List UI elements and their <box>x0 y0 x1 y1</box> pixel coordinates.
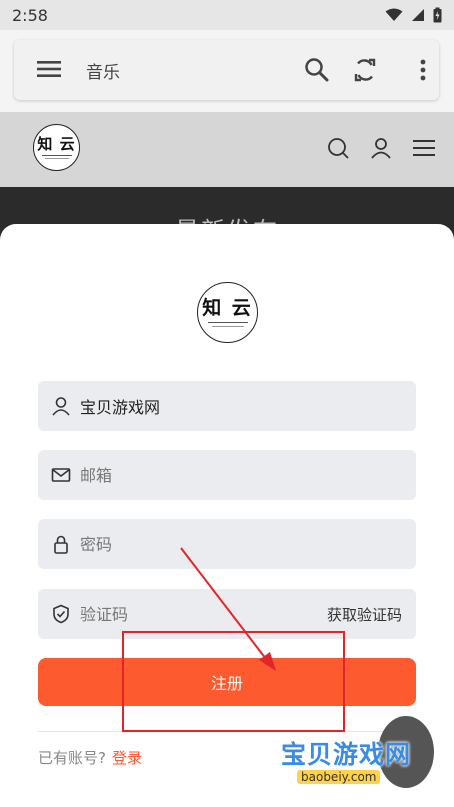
search-icon[interactable] <box>304 57 330 83</box>
password-field[interactable] <box>38 519 416 569</box>
get-code-button[interactable]: 获取验证码 <box>327 604 402 625</box>
site-menu-icon[interactable] <box>412 137 436 159</box>
signal-icon <box>412 9 424 21</box>
username-input[interactable] <box>80 381 330 431</box>
hamburger-menu-icon[interactable] <box>36 58 62 80</box>
login-prompt: 已有账号? 登录 <box>38 747 142 768</box>
status-time: 2:58 <box>12 5 48 25</box>
annotation-highlight-box <box>122 631 345 732</box>
more-options-icon[interactable] <box>419 58 427 82</box>
browser-toolbar: 音乐 <box>14 40 439 100</box>
lock-icon <box>54 535 68 554</box>
refresh-icon[interactable] <box>352 57 378 83</box>
user-icon[interactable] <box>370 137 392 159</box>
email-field[interactable] <box>38 450 416 500</box>
username-field[interactable] <box>38 381 416 431</box>
wifi-icon <box>385 8 403 21</box>
site-search-icon[interactable] <box>327 137 349 159</box>
site-logo[interactable]: 知 云 <box>33 124 80 171</box>
watermark-title: 宝贝游戏网 <box>281 740 412 769</box>
login-link[interactable]: 登录 <box>112 749 142 767</box>
watermark-domain: baobeiy.com <box>297 770 381 784</box>
browser-title: 音乐 <box>86 63 120 83</box>
shield-check-icon <box>53 604 69 624</box>
status-icons <box>385 7 442 23</box>
mail-icon <box>51 468 71 482</box>
email-input[interactable] <box>80 450 330 500</box>
have-account-text: 已有账号? <box>38 749 106 767</box>
password-input[interactable] <box>80 519 330 569</box>
site-logo-text: 知 云 <box>37 134 76 153</box>
modal-logo: 知 云 <box>197 282 258 343</box>
battery-icon <box>433 7 442 23</box>
status-bar: 2:58 <box>0 0 454 30</box>
modal-logo-text: 知 云 <box>202 296 253 319</box>
user-icon <box>52 397 70 416</box>
